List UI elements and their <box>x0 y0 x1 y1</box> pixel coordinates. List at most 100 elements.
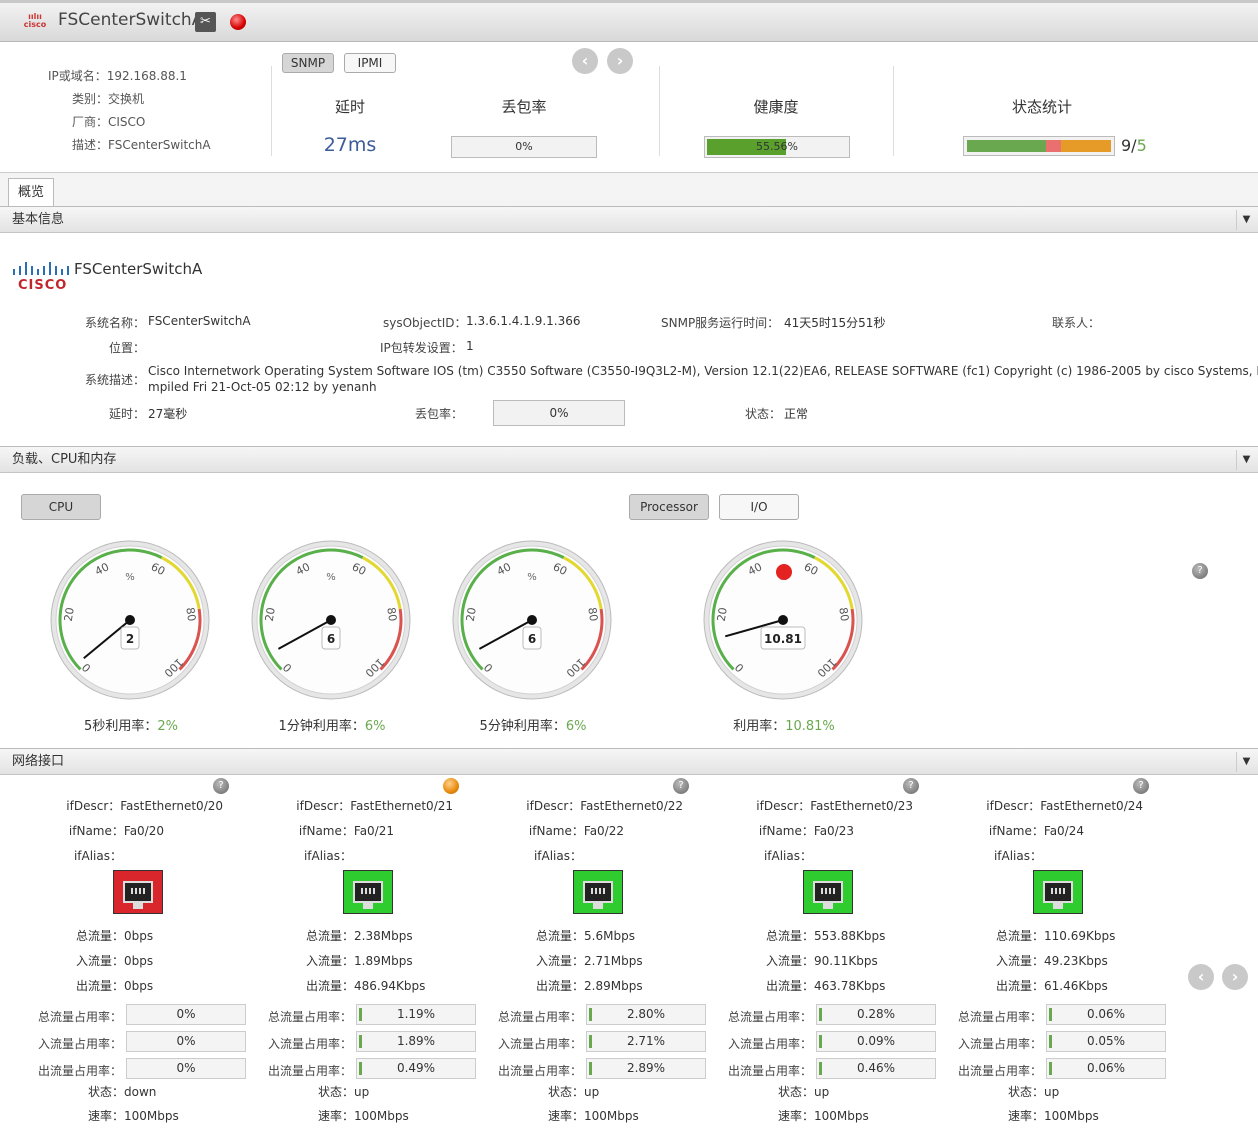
tab-snmp[interactable]: SNMP <box>282 53 334 73</box>
section-title: 网络接口 <box>12 754 65 769</box>
gauge-caption-value: 6% <box>364 719 386 734</box>
warning-icon[interactable] <box>443 778 459 794</box>
help-icon[interactable]: ? <box>1192 563 1208 579</box>
total-usage-fill <box>1049 1008 1052 1021</box>
out-traffic-label: 出流量： <box>996 979 1045 993</box>
section-title: 负载、CPU和内存 <box>12 452 117 467</box>
section-load[interactable]: 负载、CPU和内存 ▼ <box>0 446 1258 473</box>
total-traffic-row: 总流量：110.69Kbps <box>996 927 1115 944</box>
ethernet-port-icon <box>803 870 853 914</box>
latency-value: 27ms <box>323 134 377 156</box>
out-traffic-label: 出流量： <box>536 979 585 993</box>
ifname-row: ifName：Fa0/21 <box>240 822 394 839</box>
out-traffic-row: 出流量：61.46Kbps <box>996 977 1108 994</box>
out-usage-value: 0% <box>176 1061 196 1075</box>
ifname-label: ifName： <box>528 824 584 838</box>
in-traffic-value: 2.71Mbps <box>584 954 643 968</box>
ifname-row: ifName：Fa0/20 <box>10 822 164 839</box>
total-traffic-label: 总流量： <box>76 929 125 943</box>
gauge-tick-label: 20 <box>263 606 278 622</box>
section-network[interactable]: 网络接口 ▼ <box>0 748 1258 775</box>
state-label: 状态： <box>88 1085 125 1099</box>
ifdescr-row: ifDescr：FastEthernet0/22 <box>470 797 683 814</box>
in-traffic-label: 入流量： <box>306 954 355 968</box>
state-value: up <box>1044 1085 1060 1099</box>
tools-icon[interactable]: ✂ <box>195 12 216 32</box>
cisco-logo-text: CISCO <box>18 278 68 293</box>
speed-label: 速率： <box>318 1109 355 1123</box>
section-basic-info[interactable]: 基本信息 ▼ <box>0 206 1258 233</box>
ifdescr-label: ifDescr： <box>756 799 811 813</box>
in-usage-bar: 0% <box>126 1031 246 1052</box>
io-button[interactable]: I/O <box>719 494 799 520</box>
triangle-down-icon[interactable]: ▼ <box>1236 450 1256 470</box>
state-row: 状态：up <box>1008 1083 1059 1100</box>
location-label: 位置： <box>109 341 146 355</box>
status-stats-bar <box>963 136 1115 156</box>
status-segment <box>1046 140 1061 152</box>
triangle-down-icon[interactable]: ▼ <box>1236 210 1256 230</box>
desc-row: 描述：FSCenterSwitchA <box>72 138 211 152</box>
out-usage-value: 0.46% <box>856 1061 896 1075</box>
ifdescr-label: ifDescr： <box>986 799 1041 813</box>
in-traffic-row: 入流量：2.71Mbps <box>536 952 643 969</box>
state-label: 状态： <box>745 407 782 421</box>
port-tab <box>593 903 603 909</box>
basic-device-name: FSCenterSwitchA <box>74 260 203 278</box>
gauge-caption: 5分钟利用率：6% <box>412 715 654 734</box>
ifalias-row: ifAlias： <box>700 847 812 864</box>
in-usage-value: 0.09% <box>856 1034 896 1048</box>
in-usage-label: 入流量占用率： <box>957 1037 1042 1051</box>
chevron-left-icon[interactable]: ‹ <box>572 48 598 74</box>
tab-ipmi[interactable]: IPMI <box>344 53 396 73</box>
ifname-row: ifName：Fa0/22 <box>470 822 624 839</box>
ifalias-row: ifAlias： <box>930 847 1042 864</box>
gauge-caption-label: 5分钟利用率： <box>479 719 566 734</box>
gauge-caption: 利用率：10.81% <box>663 715 905 734</box>
sysname-value: FSCenterSwitchA <box>148 314 251 328</box>
help-icon[interactable]: ? <box>1133 778 1149 794</box>
sysdesc-label: 系统描述： <box>85 373 146 387</box>
gauge-caption-label: 5秒利用率： <box>84 719 158 734</box>
port-tab <box>1053 903 1063 909</box>
ifname-value: Fa0/21 <box>353 824 394 838</box>
gauge-unit: % <box>527 572 537 583</box>
ifname-row: ifName：Fa0/24 <box>930 822 1084 839</box>
out-traffic-row: 出流量：463.78Kbps <box>766 977 885 994</box>
out-traffic-label: 出流量： <box>76 979 125 993</box>
speed-label: 速率： <box>778 1109 815 1123</box>
total-traffic-value: 2.38Mbps <box>354 929 413 943</box>
sysoid-label: sysObjectID： <box>383 316 467 330</box>
gauge-caption-value: 10.81% <box>785 719 835 734</box>
out-usage-bar: 2.89% <box>586 1058 706 1079</box>
processor-button[interactable]: Processor <box>629 494 709 520</box>
speed-value: 100Mbps <box>814 1109 869 1123</box>
out-usage-label: 出流量占用率： <box>497 1064 582 1078</box>
cpu-button[interactable]: CPU <box>21 494 101 520</box>
speed-label: 速率： <box>548 1109 585 1123</box>
cisco-logo-icon: ıılıı cisco <box>23 12 47 29</box>
triangle-down-icon[interactable]: ▼ <box>1236 752 1256 772</box>
total-traffic-value: 553.88Kbps <box>814 929 886 943</box>
ifalias-label: ifAlias： <box>993 849 1042 863</box>
out-usage-label: 出流量占用率： <box>37 1064 122 1078</box>
help-icon[interactable]: ? <box>213 778 229 794</box>
chevron-right-icon[interactable]: › <box>607 48 633 74</box>
tab-overview[interactable]: 概览 <box>8 178 54 208</box>
in-usage-value: 0.05% <box>1086 1034 1126 1048</box>
cpu-gauge: 0 20 40 60 80 100% 6 <box>251 540 413 702</box>
chevron-left-icon[interactable]: ‹ <box>1188 964 1214 990</box>
out-traffic-row: 出流量：486.94Kbps <box>306 977 425 994</box>
divider <box>659 66 660 156</box>
loss-bar-2: 0% <box>493 400 625 426</box>
in-usage-fill <box>589 1035 592 1048</box>
ipfwd-value: 1 <box>466 339 474 353</box>
in-usage-bar: 0.09% <box>816 1031 936 1052</box>
speed-value: 100Mbps <box>584 1109 639 1123</box>
help-icon[interactable]: ? <box>673 778 689 794</box>
help-icon[interactable]: ? <box>903 778 919 794</box>
total-usage-bar: 2.80% <box>586 1004 706 1025</box>
chevron-right-icon[interactable]: › <box>1222 964 1248 990</box>
gauge-unit: % <box>125 572 135 583</box>
speed-label: 速率： <box>1008 1109 1045 1123</box>
